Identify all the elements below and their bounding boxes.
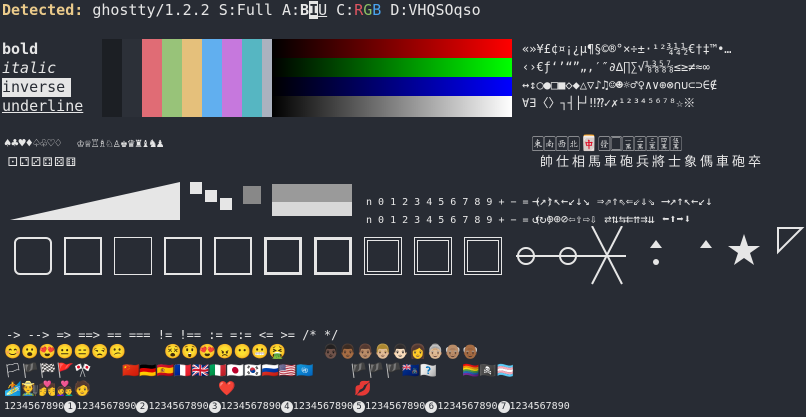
green-ramp — [272, 58, 512, 77]
terminal-name: ghostty/1.2.2 — [92, 1, 210, 19]
heavy-quad-box — [314, 237, 352, 275]
ruler-marker-2: 2 — [136, 401, 149, 413]
ruler-marker-5: 5 — [353, 401, 366, 413]
ruler-seg-2: 1234567890 — [76, 401, 137, 412]
box-drawing-row — [14, 237, 514, 277]
card-suits: ♠♣♥♦♤♧♡♢ — [4, 136, 62, 150]
ligature-row: -> --> => ==> == === != !== := =:= <= >=… — [6, 328, 339, 342]
thin-box — [64, 237, 102, 275]
underline-sample: underline — [2, 97, 84, 115]
ruler-seg-3: 1234567890 — [148, 401, 209, 412]
xiangqi-pieces: 帥仕相馬車砲兵將士象傌車砲卒 — [540, 155, 765, 170]
digit-row-1: n 0 1 2 3 4 5 6 7 8 9 + − = ( ) — [366, 197, 553, 208]
double-box — [364, 237, 402, 275]
support-prefix: S:Full A: — [218, 1, 301, 19]
split-box — [164, 237, 202, 275]
double-quad-box — [414, 237, 452, 275]
people-row: 👨🏿👨🏾👨🏽👨🏼👨🏻👩👵🏼👴🏽👴🏾 — [322, 344, 479, 360]
ruler-seg-8: 1234567890 — [509, 401, 570, 412]
inverse-sample: inverse — [2, 78, 72, 97]
palette-swatch-6 — [222, 39, 242, 117]
detected-label: Detected: — [2, 1, 84, 19]
face-row-1: 😊😮😍😐😑😒😕 — [4, 344, 127, 360]
color-prefix: C: — [336, 1, 355, 19]
italic-sample: italic — [2, 59, 57, 77]
ruler-marker-4: 4 — [280, 401, 293, 413]
ruler-seg-4: 1234567890 — [220, 401, 281, 412]
wedge-shape — [10, 182, 180, 220]
symbol-row-3: ↔↕○●□■◇◆△▽♪♫☺☻☼♂♀∧∨⊕⊗∩∪⊂⊃∈∉ — [522, 78, 718, 92]
ruler-seg-1: 1234567890 — [4, 401, 65, 412]
flags-row-2: 🇨🇳🇩🇪🇪🇸🇫🇷🇬🇧🇮🇹🇯🇵🇰🇷🇷🇺🇺🇸🇺🇳 — [122, 363, 314, 379]
games-row: ♠♣♥♦♤♧♡♢ ♔♕♖♗♘♙♚♛♜♝♞♟ — [4, 134, 164, 152]
palette-swatch-0 — [102, 39, 122, 117]
palette-swatch-7 — [242, 39, 262, 117]
block-c — [220, 198, 232, 210]
block-b — [205, 190, 217, 202]
rounded-box — [14, 237, 52, 275]
ruler-marker-7: 7 — [497, 401, 510, 413]
attr-bold: B — [300, 1, 310, 19]
flags-row-1: 🏳🏴🏁🚩🎌 — [4, 363, 92, 379]
mahjong-tiles: 🀀🀁🀂🀃🀄🀅🀆🀇🀈🀉🀊🀋 — [532, 134, 682, 152]
bold-sample: bold — [2, 40, 39, 58]
symbol-row-2: ‹›€ƒ‘’“”„‚′″∂∆∏∑√⅛⅜⅝⅞≤≥≠≈∞ — [522, 60, 710, 74]
star-shape — [728, 234, 760, 265]
ruler-marker-6: 6 — [425, 401, 438, 413]
color-b: B — [372, 1, 382, 19]
corner-triangle — [777, 227, 805, 255]
lips-emoji: 💋 — [354, 381, 372, 397]
triangle-up-2 — [700, 240, 712, 248]
misc-emoji-row: 🏄🧑‍🌾💏👩‍❤️‍👨🧑 — [4, 381, 92, 397]
shade-block — [243, 186, 261, 204]
blue-ramp — [272, 77, 512, 96]
ruler-marker-1: 1 — [64, 401, 77, 413]
heart-emoji: ❤️ — [218, 381, 236, 397]
color-r: R — [354, 1, 364, 19]
symbol-block: «»¥£¢¤¡¿µ¶§©®°×÷±·¹²¾¼½€†‡™•… ‹›€ƒ‘’“”„‚… — [522, 40, 732, 112]
arrow-row-1: →↗↑↖←↙↓↘ ⇒⇗⇑⇖⇐⇙⇓⇘ ⟶↗↑↖←↙↓ — [532, 194, 713, 208]
red-ramp — [272, 39, 512, 58]
palette-swatch-1 — [122, 39, 142, 117]
symbol-row-4: ∀∃〈〉┐┤├┘‼⁇✓✗¹²³⁴⁵⁶⁷⁸☆※ — [522, 96, 696, 110]
diagonal-figures — [516, 226, 805, 285]
dice-row: ⚀⚁⚂⚃⚄⚅ — [8, 151, 78, 170]
palette-swatch-2 — [142, 39, 162, 117]
shade-ramp-2 — [272, 202, 352, 216]
chess-pieces: ♔♕♖♗♘♙♚♛♜♝♞♟ — [77, 136, 164, 150]
light-box — [114, 237, 152, 275]
dims-text: D:VHQSOqso — [390, 1, 481, 19]
rainbow-flags: 🏳️‍🌈🏴‍☠️🏳️‍⚧️ — [462, 363, 515, 379]
double-grid-box — [464, 237, 502, 275]
flags-row-3: 🏴🏴🏴🇦🇨🇺🇺 — [350, 363, 438, 379]
heavy-box — [264, 237, 302, 275]
ruler-row: 1234567890 1 1234567890 2 1234567890 3 1234567… — [4, 401, 570, 413]
ruler-seg-5: 1234567890 — [292, 401, 354, 412]
ruler-marker-3: 3 — [208, 401, 221, 413]
block-elements — [10, 182, 352, 220]
detected-header: Detected: ghostty/1.2.2 S:Full A:BIU C:R… — [2, 1, 481, 19]
color-ramps — [272, 39, 512, 117]
attr-inverse: I — [309, 1, 319, 19]
block-a — [190, 182, 202, 194]
palette-swatch-5 — [202, 39, 222, 117]
shade-ramp — [272, 184, 352, 202]
triangle-up — [650, 240, 662, 248]
palette-swatch-3 — [162, 39, 182, 117]
gray-ramp — [272, 96, 512, 117]
ruler-seg-7: 1234567890 — [437, 401, 498, 412]
color-g: G — [363, 1, 373, 19]
dot — [653, 259, 659, 265]
attr-underline: U — [318, 1, 328, 19]
quad-box — [214, 237, 252, 275]
palette-swatch-4 — [182, 39, 202, 117]
symbol-row-1: «»¥£¢¤¡¿µ¶§©®°×÷±·¹²¾¼½€†‡™•… — [522, 42, 732, 56]
style-samples: bold italic inverse underline — [2, 40, 83, 116]
face-row-2: 😵😲😍😠😶😬🤮 — [164, 344, 287, 360]
ruler-seg-6: 1234567890 — [365, 401, 426, 412]
